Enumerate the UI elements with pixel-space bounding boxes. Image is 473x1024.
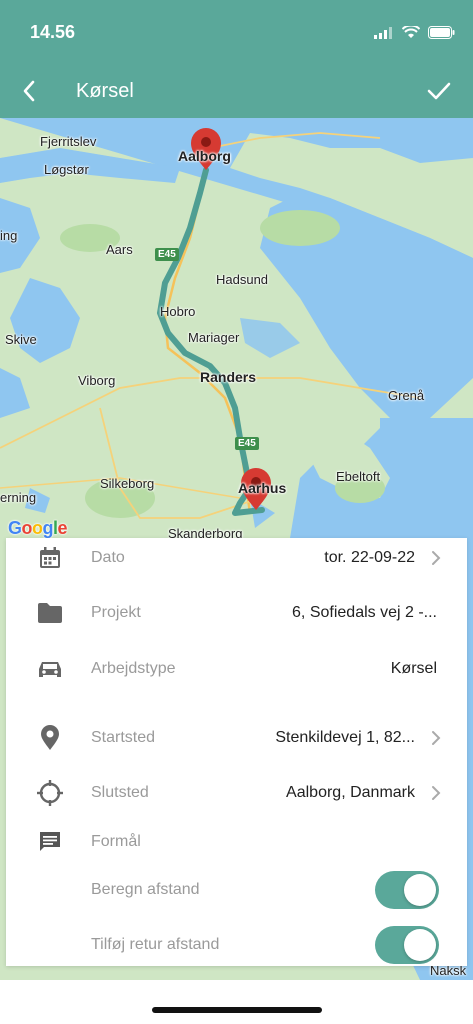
end-location-row[interactable]: Slutsted Aalborg, Danmark: [6, 773, 467, 813]
folder-icon: [36, 599, 64, 627]
add-return-distance-toggle[interactable]: [375, 926, 439, 964]
chevron-right-icon: [431, 728, 445, 748]
trip-details-card: Dato tor. 22-09-22 Projekt 6, Sofiedals …: [6, 538, 467, 966]
add-return-distance-label: Tilføj retur afstand: [91, 936, 220, 953]
end-location-label: Slutsted: [91, 784, 149, 801]
start-location-row[interactable]: Startsted Stenkildevej 1, 82...: [6, 718, 467, 758]
toggle-knob: [404, 874, 436, 906]
work-type-value: Kørsel: [390, 660, 437, 677]
map-label-aarhus: Aarhus: [238, 480, 287, 496]
road-badge-e45-upper: E45: [155, 248, 179, 261]
map-label-fjerritslev: Fjerritslev: [40, 134, 97, 149]
date-value: tor. 22-09-22: [324, 549, 415, 566]
message-icon: [36, 828, 64, 856]
status-bar: 14.56: [0, 0, 473, 70]
location-pin-icon: [36, 724, 64, 752]
page-title: Kørsel: [76, 80, 134, 102]
map-label-aars: Aars: [106, 242, 133, 257]
map-label-randers: Randers: [200, 369, 257, 385]
google-logo: Google: [8, 518, 68, 538]
date-label: Dato: [91, 549, 125, 566]
map-label-skive: Skive: [5, 332, 37, 347]
road-badge-e45-lower: E45: [235, 437, 259, 450]
map-label-aalborg: Aalborg: [178, 148, 231, 164]
wifi-icon: [401, 24, 421, 44]
map-label-hobro: Hobro: [160, 304, 196, 319]
toggle-knob: [404, 929, 436, 961]
add-return-distance-row: Tilføj retur afstand: [6, 925, 467, 965]
cellular-signal-icon: [374, 26, 394, 44]
start-location-value: Stenkildevej 1, 82...: [275, 729, 415, 746]
map-label-logstor: Løgstør: [44, 162, 89, 177]
start-location-label: Startsted: [91, 729, 156, 746]
status-icons: [374, 24, 455, 44]
project-value: 6, Sofiedals vej 2 -...: [292, 604, 437, 621]
calculate-distance-row: Beregn afstand: [6, 870, 467, 910]
confirm-button[interactable]: [421, 78, 451, 108]
work-type-row[interactable]: Arbejdstype Kørsel: [6, 649, 467, 689]
crosshair-icon: [36, 779, 64, 807]
car-icon: [36, 655, 64, 683]
purpose-row[interactable]: Formål: [6, 822, 467, 862]
map-label-silkeborg: Silkeborg: [100, 476, 155, 491]
map-label-viborg: Viborg: [78, 373, 116, 388]
work-type-label: Arbejdstype: [91, 660, 176, 677]
map-label-grena: Grenå: [388, 388, 425, 403]
date-row[interactable]: Dato tor. 22-09-22: [6, 538, 467, 578]
navigation-bar: Kørsel: [0, 70, 473, 118]
battery-icon: [428, 26, 455, 44]
calculate-distance-label: Beregn afstand: [91, 881, 200, 898]
back-button[interactable]: [22, 78, 52, 108]
home-indicator: [152, 1007, 322, 1013]
checkmark-icon: [427, 81, 451, 106]
end-location-value: Aalborg, Danmark: [286, 784, 415, 801]
project-label: Projekt: [91, 604, 141, 621]
map-label-ebeltoft: Ebeltoft: [336, 469, 381, 484]
purpose-label: Formål: [91, 833, 141, 850]
calendar-icon: [36, 544, 64, 572]
chevron-right-icon: [431, 548, 445, 568]
chevron-right-icon: [431, 783, 445, 803]
map-label-ing: ing: [0, 228, 18, 243]
map-label-hadsund: Hadsund: [216, 272, 269, 287]
calculate-distance-toggle[interactable]: [375, 871, 439, 909]
map-label-mariager: Mariager: [188, 330, 240, 345]
map-label-erning: erning: [0, 490, 37, 505]
project-row[interactable]: Projekt 6, Sofiedals vej 2 -...: [6, 593, 467, 633]
status-time: 14.56: [30, 22, 76, 42]
chevron-left-icon: [22, 80, 36, 107]
